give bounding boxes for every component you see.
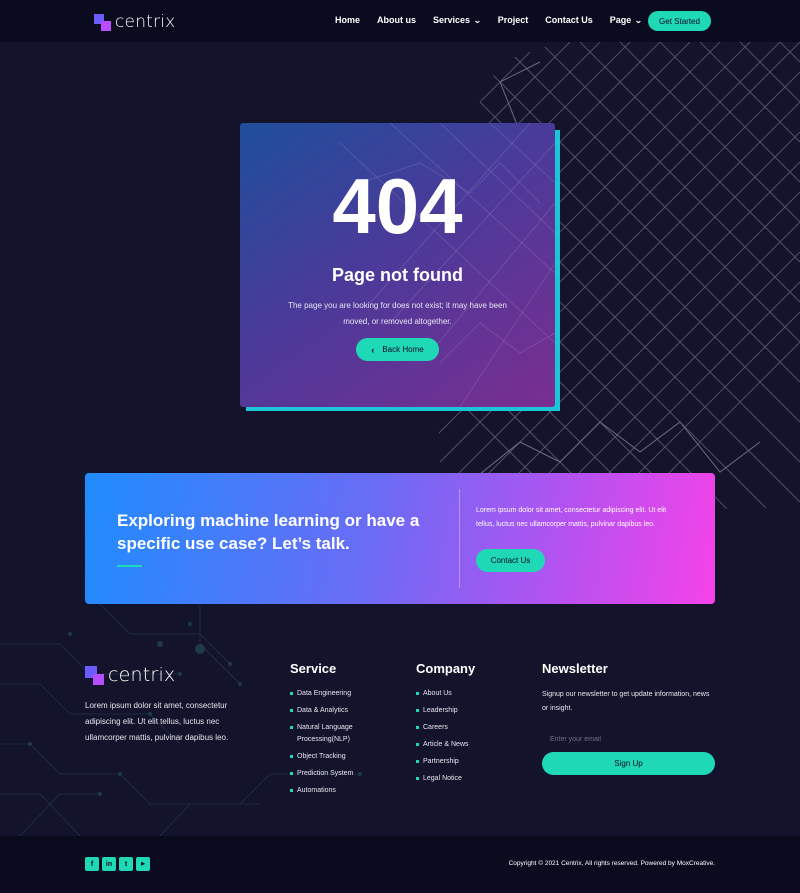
cta-heading: Exploring machine learning or have a spe… (117, 511, 420, 553)
footer-link-data-analytics[interactable]: Data & Analytics (290, 705, 370, 717)
chevron-down-icon: ⌄ (473, 15, 482, 25)
footer-link-article-news[interactable]: Article & News (416, 739, 475, 751)
nav-item-home[interactable]: Home (335, 15, 360, 25)
footer-link-data-engineering[interactable]: Data Engineering (290, 688, 370, 700)
nav-label: Home (335, 15, 361, 25)
footer-link-leadership[interactable]: Leadership (416, 705, 475, 717)
error-title: Page not found (332, 265, 463, 285)
back-home-label: Back Home (382, 345, 424, 354)
nav-item-project[interactable]: Project (498, 15, 529, 25)
site-header: centrix Home About us Services ⌄ Project … (0, 0, 800, 42)
get-started-button[interactable]: Get Started (648, 11, 711, 31)
footer-link-object-tracking[interactable]: Object Tracking (290, 751, 370, 763)
nav-label: Services (433, 15, 471, 25)
footer-link-about-us[interactable]: About Us (416, 688, 475, 700)
contact-us-button[interactable]: Contact Us (476, 549, 545, 572)
footer-logo-text: centrix (108, 664, 176, 686)
site-footer: centrix Lorem ipsum dolor sit amet, cons… (0, 604, 800, 836)
linkedin-icon[interactable]: in (102, 857, 116, 871)
footer-link-nlp[interactable]: Natural Language Processing(NLP) (290, 722, 370, 746)
bottom-bar: f in t ▶ Copyright © 2021 Centrix, All r… (0, 836, 800, 893)
footer-company-title: Company (416, 661, 476, 676)
social-links: f in t ▶ (85, 857, 150, 871)
back-home-button[interactable]: ‹ Back Home (356, 338, 439, 361)
footer-newsletter-column: Newsletter Signup our newsletter to get … (542, 661, 717, 775)
footer-logo[interactable]: centrix (85, 664, 175, 686)
error-message: The page you are looking for does not ex… (288, 301, 507, 326)
logo[interactable]: centrix (94, 12, 175, 32)
nav-item-page[interactable]: Page ⌄ (609, 15, 643, 25)
footer-company-column: Company About Us Leadership Careers Arti… (416, 661, 475, 790)
nav-label: Page (609, 15, 632, 25)
nav-label: Project (497, 15, 529, 25)
footer-link-partnership[interactable]: Partnership (416, 756, 475, 768)
logo-mark-icon (85, 665, 104, 685)
footer-link-prediction-system[interactable]: Prediction System (290, 768, 370, 780)
error-code: 404 (332, 162, 463, 250)
nav-label: About us (377, 15, 417, 25)
hero-section: 404 Page not found The page you are look… (0, 42, 800, 524)
cta-underline-divider (117, 565, 142, 567)
cta-vertical-divider (459, 489, 460, 588)
sign-up-button[interactable]: Sign Up (542, 752, 715, 775)
chevron-left-icon: ‹ (371, 344, 375, 355)
footer-service-title: Service (290, 661, 337, 676)
chevron-down-icon: ⌄ (634, 15, 643, 25)
footer-link-careers[interactable]: Careers (416, 722, 475, 734)
newsletter-text: Signup our newsletter to get update info… (542, 691, 710, 712)
footer-link-legal-notice[interactable]: Legal Notice (416, 773, 475, 785)
footer-service-column: Service Data Engineering Data & Analytic… (290, 661, 370, 802)
newsletter-email-input[interactable] (542, 730, 715, 748)
cta-band: Exploring machine learning or have a spe… (85, 473, 715, 604)
logo-mark-icon (94, 13, 111, 31)
nav-item-services[interactable]: Services ⌄ (433, 15, 481, 25)
youtube-icon[interactable]: ▶ (136, 857, 150, 871)
main-nav: Home About us Services ⌄ Project Contact … (335, 15, 659, 25)
copyright-text: Copyright © 2021 Centrix, All rights res… (508, 860, 715, 867)
facebook-icon[interactable]: f (85, 857, 99, 871)
error-card: 404 Page not found The page you are look… (240, 123, 555, 407)
nav-label: Contact Us (545, 15, 593, 25)
footer-link-automations[interactable]: Automations (290, 785, 370, 797)
nav-item-about-us[interactable]: About us (377, 15, 416, 25)
twitter-icon[interactable]: t (119, 857, 133, 871)
cta-text: Lorem ipsum dolor sit amet, consectetur … (476, 507, 667, 528)
footer-about-text: Lorem ipsum dolor sit amet, consectetur … (85, 701, 229, 742)
footer-newsletter-title: Newsletter (542, 661, 608, 676)
nav-item-contact-us[interactable]: Contact Us (545, 15, 593, 25)
logo-text: centrix (115, 12, 176, 32)
